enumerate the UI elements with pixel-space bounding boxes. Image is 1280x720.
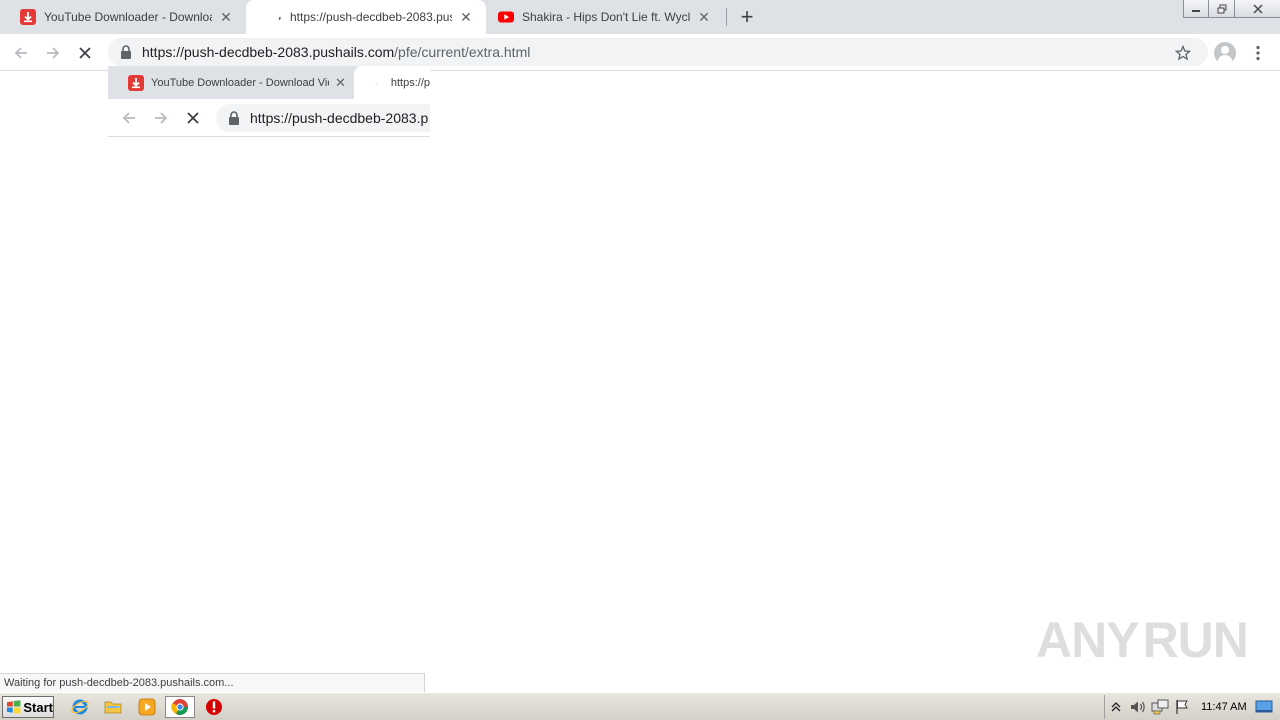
stop-x-icon xyxy=(79,47,91,59)
star-icon xyxy=(1175,45,1191,61)
taskbar-media-player[interactable] xyxy=(136,697,158,717)
start-label: Start xyxy=(23,699,53,715)
stop-loading-button[interactable] xyxy=(72,40,98,66)
loading-favicon-icon xyxy=(372,80,377,85)
tab-title: https://push-decdbeb-2083.pushails xyxy=(290,10,452,24)
profile-avatar-icon[interactable] xyxy=(1214,42,1236,64)
lock-icon xyxy=(229,111,239,125)
bookmark-star-button[interactable] xyxy=(1170,40,1196,66)
taskbar-chrome[interactable] xyxy=(165,696,195,718)
taskbar-ie[interactable] xyxy=(69,697,91,717)
tab-pushails[interactable]: https://push-decdbeb-2083.pushails ✕ xyxy=(246,0,486,34)
tab-close-icon[interactable]: ✕ xyxy=(696,9,712,25)
youtube-favicon-icon xyxy=(498,11,514,23)
anyrun-watermark: ANY RUN xyxy=(1036,605,1249,675)
back-arrow-icon xyxy=(14,47,27,59)
tray-network[interactable] xyxy=(1149,697,1171,717)
desktop-icon xyxy=(1255,700,1273,713)
nested-url-text: https://push-decdbeb-2083.p xyxy=(250,110,429,126)
forward-arrow-icon xyxy=(155,112,168,124)
nested-tab-pushails: https://p xyxy=(354,66,430,99)
windows-logo-icon xyxy=(6,700,21,714)
nested-forward-icon xyxy=(148,105,174,131)
tab-shakira[interactable]: Shakira - Hips Don't Lie ft. Wyclef Je ✕ xyxy=(478,0,724,34)
show-desktop-button[interactable] xyxy=(1253,697,1275,717)
menu-button[interactable] xyxy=(1246,40,1270,66)
folder-icon xyxy=(104,701,122,714)
stop-sign-icon xyxy=(206,699,222,715)
tab-close-icon[interactable]: ✕ xyxy=(218,9,234,25)
back-button[interactable] xyxy=(8,40,34,66)
tab-youtube-downloader[interactable]: YouTube Downloader - Download Vid ✕ xyxy=(0,0,246,34)
taskbar-clock[interactable]: 11:47 AM xyxy=(1201,701,1247,713)
close-icon xyxy=(1253,4,1262,13)
system-tray: 11:47 AM xyxy=(1104,695,1280,719)
more-vert-icon xyxy=(1256,45,1260,61)
restore-button[interactable] xyxy=(1209,0,1235,18)
tab-separator xyxy=(726,8,727,26)
nested-tab-title: https://p xyxy=(390,76,430,89)
url-path: /pfe/current/extra.html xyxy=(394,44,531,60)
nested-stop-icon xyxy=(180,105,206,131)
media-player-icon xyxy=(138,698,156,716)
chevron-up-icon xyxy=(1111,702,1121,712)
nested-address-bar: https://push-decdbeb-2083.p xyxy=(216,104,430,132)
nested-browser-capture: YouTube Downloader - Download Vid ✕ http… xyxy=(108,66,430,138)
close-window-button[interactable] xyxy=(1235,0,1280,18)
flag-icon xyxy=(1176,700,1188,714)
tab-title: Shakira - Hips Don't Lie ft. Wyclef Je xyxy=(522,10,690,24)
speaker-icon xyxy=(1131,701,1145,713)
network-icon xyxy=(1151,699,1169,715)
tray-action-center[interactable] xyxy=(1171,697,1193,717)
nested-back-icon xyxy=(116,105,142,131)
status-bubble: Waiting for push-decdbeb-2083.pushails.c… xyxy=(0,673,425,692)
taskbar-explorer[interactable] xyxy=(102,697,124,717)
back-arrow-icon xyxy=(122,112,135,124)
tab-close-icon: ✕ xyxy=(335,74,346,90)
download-favicon-icon xyxy=(20,9,36,25)
address-bar[interactable]: https://push-decdbeb-2083.pushails.com/p… xyxy=(108,38,1208,66)
watermark-left-text: ANY xyxy=(1036,612,1140,668)
tab-close-icon[interactable]: ✕ xyxy=(458,9,474,25)
forward-arrow-icon xyxy=(47,47,60,59)
chrome-icon xyxy=(171,699,188,715)
internet-explorer-icon xyxy=(71,699,89,715)
start-button[interactable]: Start xyxy=(2,696,54,718)
nested-tab-title: YouTube Downloader - Download Vid xyxy=(151,76,329,89)
window-controls xyxy=(1183,0,1280,18)
tab-title: YouTube Downloader - Download Vid xyxy=(44,10,212,24)
tab-strip: YouTube Downloader - Download Vid ✕ http… xyxy=(0,0,1280,34)
restore-icon xyxy=(1217,4,1226,13)
watermark-right-text: RUN xyxy=(1142,612,1249,668)
url-host: https://push-decdbeb-2083.pushails.com xyxy=(142,44,395,60)
loading-favicon-icon xyxy=(267,10,281,24)
taskbar-opera[interactable] xyxy=(203,697,225,717)
minimize-icon xyxy=(1192,9,1200,12)
windows-taskbar: Start 11:47 AM xyxy=(0,692,1280,720)
tray-volume[interactable] xyxy=(1127,697,1149,717)
forward-button[interactable] xyxy=(40,40,66,66)
lock-icon xyxy=(121,45,131,59)
nested-tab-youtube-downloader: YouTube Downloader - Download Vid ✕ xyxy=(128,66,358,99)
tray-expand-button[interactable] xyxy=(1105,697,1127,717)
stop-x-icon xyxy=(187,112,199,124)
minimize-button[interactable] xyxy=(1183,0,1209,18)
new-tab-button[interactable]: + xyxy=(735,4,759,29)
download-favicon-icon xyxy=(128,74,144,91)
